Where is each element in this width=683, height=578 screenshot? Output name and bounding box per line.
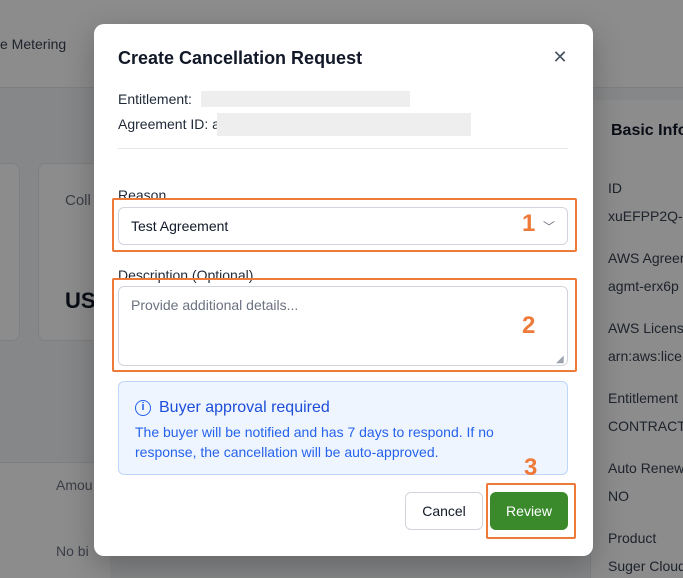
annotation-box-1 <box>112 198 577 252</box>
alert-title: Buyer approval required <box>159 399 330 416</box>
annotation-number-1: 1 <box>522 210 536 237</box>
annotation-box-2 <box>112 278 577 372</box>
agreement-id-label: Agreement ID: a <box>118 116 220 132</box>
buyer-approval-alert: i Buyer approval required The buyer will… <box>118 381 568 475</box>
cancel-button[interactable]: Cancel <box>405 492 483 530</box>
divider <box>118 148 568 149</box>
dialog-title: Create Cancellation Request <box>118 48 363 68</box>
entitlement-label: Entitlement: <box>118 91 192 107</box>
info-icon: i <box>135 400 151 416</box>
alert-body: The buyer will be notified and has 7 day… <box>135 424 494 460</box>
annotation-number-3: 3 <box>524 454 538 481</box>
annotation-number-2: 2 <box>522 312 536 339</box>
redacted-agreement-id <box>217 113 471 136</box>
redacted-entitlement <box>201 91 410 107</box>
close-icon[interactable]: ✕ <box>549 46 571 68</box>
annotation-box-3 <box>486 483 576 539</box>
